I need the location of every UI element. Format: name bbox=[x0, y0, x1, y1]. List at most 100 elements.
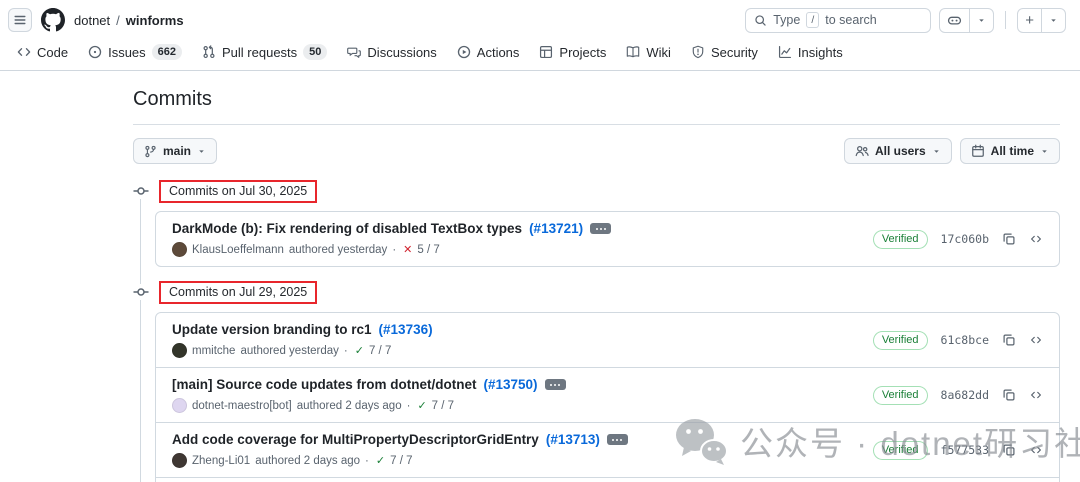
author-avatar[interactable] bbox=[172, 398, 187, 413]
browse-code-button[interactable] bbox=[1029, 232, 1043, 246]
create-new-menu-button[interactable] bbox=[1041, 9, 1065, 32]
commit-row: Update version branding to rc1 (#13736) … bbox=[156, 313, 1059, 367]
search-icon bbox=[754, 14, 767, 27]
meta-separator: · bbox=[392, 244, 396, 256]
tab-issues[interactable]: Issues 662 bbox=[81, 40, 189, 64]
ellipsis-icon bbox=[596, 228, 606, 230]
ellipsis-icon bbox=[612, 439, 622, 441]
repo-nav: Code Issues 662 Pull requests 50 Discuss… bbox=[0, 40, 1080, 71]
tab-discussions[interactable]: Discussions bbox=[340, 41, 443, 64]
chevron-down-icon bbox=[932, 147, 941, 156]
commit-hash-link[interactable]: 61c8bce bbox=[941, 333, 989, 347]
checks-count-link[interactable]: 5 / 7 bbox=[417, 244, 439, 256]
commit-description-toggle[interactable] bbox=[607, 434, 628, 445]
copy-sha-button[interactable] bbox=[1002, 388, 1016, 402]
author-avatar[interactable] bbox=[172, 242, 187, 257]
copy-sha-button[interactable] bbox=[1002, 443, 1016, 457]
all-users-dropdown[interactable]: All users bbox=[844, 138, 952, 164]
commit-author-link[interactable]: dotnet-maestro[bot] bbox=[192, 400, 292, 412]
commit-pr-link[interactable]: (#13750) bbox=[484, 377, 538, 392]
checks-count-link[interactable]: 7 / 7 bbox=[432, 400, 454, 412]
checks-status-icon: ✓ bbox=[376, 454, 385, 467]
copilot-menu-button[interactable] bbox=[969, 9, 993, 32]
commit-author-link[interactable]: Zheng-Li01 bbox=[192, 455, 250, 467]
verified-badge[interactable]: Verified bbox=[873, 331, 928, 350]
create-new-button[interactable]: + bbox=[1018, 9, 1041, 32]
authored-text: authored yesterday bbox=[289, 244, 387, 256]
commit-author-link[interactable]: KlausLoeffelmann bbox=[192, 244, 284, 256]
github-logo[interactable] bbox=[41, 8, 65, 32]
filter-row: main All users All time bbox=[133, 138, 1060, 164]
all-time-dropdown[interactable]: All time bbox=[960, 138, 1060, 164]
global-search-input[interactable]: Type / to search bbox=[745, 8, 931, 33]
code-icon bbox=[17, 45, 31, 59]
commit-hash-link[interactable]: 17c060b bbox=[941, 232, 989, 246]
commit-title-link[interactable]: Add code coverage for MultiPropertyDescr… bbox=[172, 432, 539, 447]
meta-separator: · bbox=[344, 345, 348, 357]
verified-badge[interactable]: Verified bbox=[873, 230, 928, 249]
tab-label: Wiki bbox=[646, 45, 671, 60]
commit-description-toggle[interactable] bbox=[590, 223, 611, 234]
tab-label: Security bbox=[711, 45, 758, 60]
tab-wiki[interactable]: Wiki bbox=[619, 41, 678, 64]
commit-row: DarkMode (b): Fix rendering of disabled … bbox=[156, 212, 1059, 266]
git-commit-icon bbox=[133, 183, 149, 199]
copy-sha-button[interactable] bbox=[1002, 232, 1016, 246]
global-header: dotnet / winforms Type / to search bbox=[0, 0, 1080, 40]
book-icon bbox=[626, 45, 640, 59]
copy-icon bbox=[1002, 388, 1016, 402]
create-new-split-button: + bbox=[1017, 8, 1066, 33]
breadcrumb-separator: / bbox=[116, 13, 120, 28]
pull-requests-counter: 50 bbox=[303, 44, 327, 60]
branch-name: main bbox=[163, 144, 191, 158]
commit-row: [main] Source code updates from dotnet/d… bbox=[156, 367, 1059, 422]
chevron-down-icon bbox=[977, 16, 986, 25]
checks-count-link[interactable]: 7 / 7 bbox=[390, 455, 412, 467]
graph-icon bbox=[778, 45, 792, 59]
commit-title-link[interactable]: DarkMode (b): Fix rendering of disabled … bbox=[172, 221, 522, 236]
git-branch-icon bbox=[144, 145, 157, 158]
people-icon bbox=[855, 144, 869, 158]
copilot-button[interactable] bbox=[940, 9, 969, 32]
commit-hash-link[interactable]: f577533 bbox=[941, 443, 989, 457]
commit-hash-link[interactable]: 8a682dd bbox=[941, 388, 989, 402]
commit-author-link[interactable]: mmitche bbox=[192, 345, 235, 357]
commit-group-header: Commits on Jul 30, 2025 bbox=[133, 178, 1060, 204]
browse-code-button[interactable] bbox=[1029, 333, 1043, 347]
author-avatar[interactable] bbox=[172, 343, 187, 358]
commits-page: Commits main All users All time bbox=[133, 88, 1060, 482]
tab-projects[interactable]: Projects bbox=[532, 41, 613, 64]
commit-description-toggle[interactable] bbox=[545, 379, 566, 390]
commit-pr-link[interactable]: (#13736) bbox=[379, 322, 433, 337]
verified-badge[interactable]: Verified bbox=[873, 441, 928, 460]
hamburger-menu-button[interactable] bbox=[8, 8, 32, 32]
search-placeholder-suffix: to search bbox=[825, 13, 876, 27]
commit-group-date: Commits on Jul 30, 2025 bbox=[159, 180, 317, 203]
checks-count-link[interactable]: 7 / 7 bbox=[369, 345, 391, 357]
commit-row: Add code coverage for MultiPropertyDescr… bbox=[156, 422, 1059, 477]
author-avatar[interactable] bbox=[172, 453, 187, 468]
copy-sha-button[interactable] bbox=[1002, 333, 1016, 347]
tab-actions[interactable]: Actions bbox=[450, 41, 527, 64]
tab-label: Pull requests bbox=[222, 45, 297, 60]
browse-code-button[interactable] bbox=[1029, 443, 1043, 457]
verified-badge[interactable]: Verified bbox=[873, 386, 928, 405]
copy-icon bbox=[1002, 333, 1016, 347]
issue-opened-icon bbox=[88, 45, 102, 59]
commit-list: Update version branding to rc1 (#13736) … bbox=[155, 312, 1060, 482]
page-title: Commits bbox=[133, 88, 1060, 125]
commit-pr-link[interactable]: (#13713) bbox=[546, 432, 600, 447]
tab-code[interactable]: Code bbox=[10, 41, 75, 64]
browse-code-button[interactable] bbox=[1029, 388, 1043, 402]
commit-group: Commits on Jul 29, 2025 Update version b… bbox=[133, 279, 1060, 482]
branch-selector-button[interactable]: main bbox=[133, 138, 217, 164]
tab-insights[interactable]: Insights bbox=[771, 41, 850, 64]
breadcrumb-repo-link[interactable]: winforms bbox=[126, 13, 184, 28]
commit-pr-link[interactable]: (#13721) bbox=[529, 221, 583, 236]
commit-title-link[interactable]: [main] Source code updates from dotnet/d… bbox=[172, 377, 477, 392]
breadcrumb-owner-link[interactable]: dotnet bbox=[74, 13, 110, 28]
tab-security[interactable]: Security bbox=[684, 41, 765, 64]
issues-counter: 662 bbox=[152, 44, 182, 60]
tab-pull-requests[interactable]: Pull requests 50 bbox=[195, 40, 334, 64]
commit-title-link[interactable]: Update version branding to rc1 bbox=[172, 322, 372, 337]
